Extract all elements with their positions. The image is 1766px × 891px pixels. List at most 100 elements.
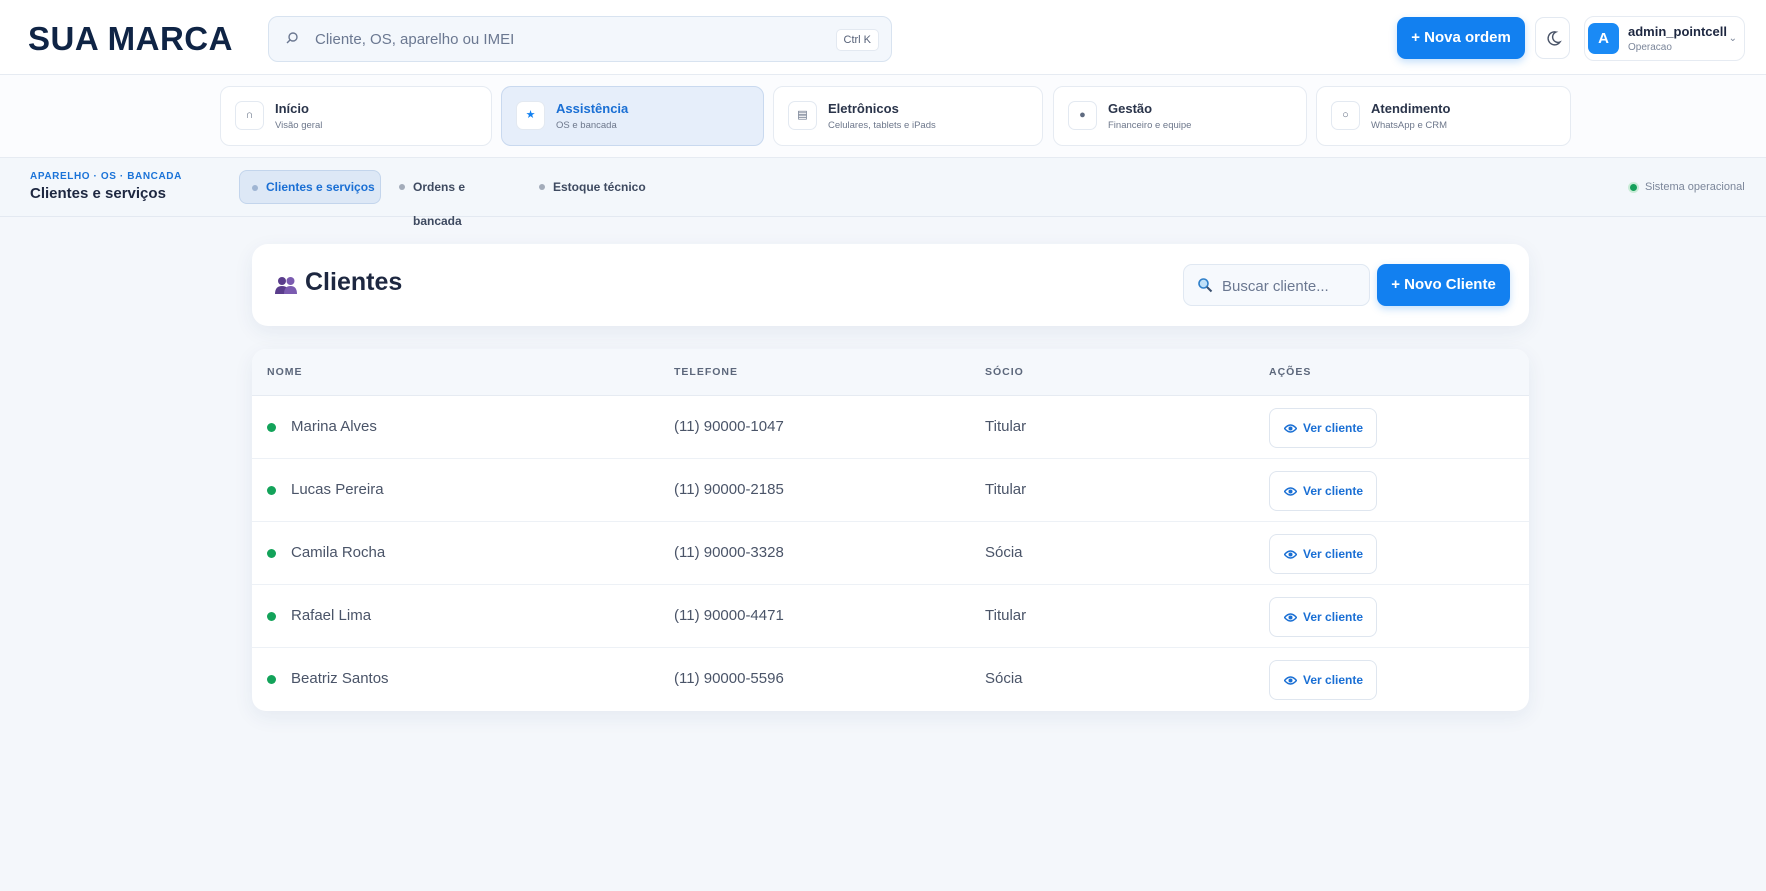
- column-header[interactable]: NOME: [267, 366, 303, 378]
- client-phone: (11) 90000-5596: [674, 670, 784, 687]
- client-search-input[interactable]: Buscar cliente...: [1183, 264, 1370, 306]
- module-title: Atendimento: [1371, 101, 1451, 116]
- column-header[interactable]: SÓCIO: [985, 366, 1024, 378]
- client-phone: (11) 90000-4471: [674, 607, 784, 624]
- users-icon: [275, 277, 297, 294]
- view-client-label: Ver cliente: [1303, 610, 1364, 624]
- module-assistencia[interactable]: ★ Assistência OS e bancada: [501, 86, 764, 146]
- client-name: Marina Alves: [291, 418, 377, 435]
- view-client-button[interactable]: Ver cliente: [1269, 408, 1377, 448]
- tab-estoque-tecnico[interactable]: Estoque técnico: [527, 170, 657, 204]
- tab-label: Clientes e serviços: [266, 180, 375, 194]
- module-subtitle: OS e bancada: [556, 120, 617, 131]
- user-name: admin_pointcell: [1628, 24, 1727, 39]
- tab-dot: [539, 184, 545, 190]
- table-row[interactable]: Camila Rocha (11) 90000-3328 Sócia Ver c…: [252, 522, 1529, 585]
- client-partner: Titular: [985, 481, 1027, 498]
- theme-toggle-button[interactable]: [1535, 17, 1570, 59]
- user-menu[interactable]: A admin_pointcell Operacao ⌄: [1584, 16, 1745, 61]
- active-status-dot: [267, 549, 276, 558]
- table-row[interactable]: Beatriz Santos (11) 90000-5596 Sócia Ver…: [252, 648, 1529, 711]
- top-bar: SUA MARCA Cliente, OS, aparelho ou IMEI …: [0, 0, 1766, 75]
- client-partner: Titular: [985, 418, 1027, 435]
- active-status-dot: [267, 423, 276, 432]
- eye-icon: [1284, 676, 1297, 685]
- clients-table: NOME TELEFONE SÓCIO AÇÕES Marina Alves (…: [252, 349, 1529, 711]
- module-title: Gestão: [1108, 101, 1153, 116]
- module-subtitle: Financeiro e equipe: [1108, 120, 1192, 131]
- module-eletronicos[interactable]: ▤ Eletrônicos Celulares, tablets e iPads: [773, 86, 1043, 146]
- module-subtitle: Celulares, tablets e iPads: [828, 120, 936, 131]
- module-title: Eletrônicos: [828, 101, 899, 116]
- brand-logo[interactable]: SUA MARCA: [28, 20, 233, 58]
- view-client-button[interactable]: Ver cliente: [1269, 471, 1377, 511]
- clients-title: Clientes: [305, 268, 403, 296]
- search-shortcut-badge: Ctrl K: [835, 29, 879, 51]
- module-subtitle: WhatsApp e CRM: [1371, 120, 1448, 131]
- module-title: Início: [275, 101, 309, 116]
- moon-icon: [1547, 31, 1562, 46]
- module-atendimento[interactable]: ○ Atendimento WhatsApp e CRM: [1316, 86, 1571, 146]
- new-client-button[interactable]: + Novo Cliente: [1377, 264, 1510, 306]
- tab-dot: [252, 185, 258, 191]
- client-partner: Titular: [985, 607, 1027, 624]
- tab-ordens-bancada[interactable]: Ordens e bancada: [387, 170, 517, 228]
- device-icon: ▤: [788, 101, 817, 130]
- client-name: Lucas Pereira: [291, 481, 384, 498]
- info-icon: ●: [1068, 101, 1097, 130]
- module-inicio[interactable]: ∩ Início Visão geral: [220, 86, 492, 146]
- status-dot-icon: [1628, 182, 1639, 193]
- view-client-label: Ver cliente: [1303, 673, 1364, 687]
- tab-dot: [399, 184, 405, 190]
- table-header: NOME TELEFONE SÓCIO AÇÕES: [252, 349, 1529, 396]
- chevron-down-icon: ⌄: [1728, 33, 1737, 44]
- tab-label: Ordens e bancada: [413, 180, 466, 228]
- client-partner: Sócia: [985, 670, 1023, 687]
- client-phone: (11) 90000-3328: [674, 544, 784, 561]
- tab-label: Estoque técnico: [553, 180, 646, 194]
- client-name: Rafael Lima: [291, 607, 372, 624]
- search-icon: [286, 32, 298, 44]
- status-label: Sistema operacional: [1645, 181, 1745, 193]
- user-role: Operacao: [1628, 42, 1672, 53]
- table-row[interactable]: Rafael Lima (11) 90000-4471 Titular Ver …: [252, 585, 1529, 648]
- table-row[interactable]: Marina Alves (11) 90000-1047 Titular Ver…: [252, 396, 1529, 459]
- view-client-label: Ver cliente: [1303, 547, 1364, 561]
- client-name: Camila Rocha: [291, 544, 386, 561]
- view-client-button[interactable]: Ver cliente: [1269, 660, 1377, 700]
- star-icon: ★: [516, 101, 545, 130]
- client-phone: (11) 90000-2185: [674, 481, 784, 498]
- view-client-label: Ver cliente: [1303, 421, 1364, 435]
- clients-header-card: Clientes Buscar cliente...: [252, 244, 1529, 326]
- section-subnav: APARELHO · OS · BANCADA Clientes e servi…: [0, 158, 1766, 228]
- active-status-dot: [267, 612, 276, 621]
- eye-icon: [1284, 487, 1297, 496]
- module-title: Assistência: [556, 101, 629, 116]
- client-name: Beatriz Santos: [291, 670, 389, 687]
- column-header[interactable]: TELEFONE: [674, 366, 738, 378]
- global-search-input[interactable]: Cliente, OS, aparelho ou IMEI Ctrl K: [268, 16, 892, 62]
- table-row[interactable]: Lucas Pereira (11) 90000-2185 Titular Ve…: [252, 459, 1529, 522]
- tab-clientes-servicos[interactable]: Clientes e serviços: [239, 170, 381, 204]
- module-nav: ∩ Início Visão geral ★ Assistência OS e …: [0, 75, 1766, 158]
- new-order-button[interactable]: + Nova ordem: [1397, 17, 1525, 59]
- view-client-button[interactable]: Ver cliente: [1269, 534, 1377, 574]
- search-icon: [1198, 278, 1213, 293]
- page-title: Clientes e serviços: [30, 185, 166, 202]
- client-search-placeholder: Buscar cliente...: [1222, 278, 1329, 295]
- search-placeholder: Cliente, OS, aparelho ou IMEI: [315, 31, 515, 48]
- view-client-button[interactable]: Ver cliente: [1269, 597, 1377, 637]
- client-partner: Sócia: [985, 544, 1023, 561]
- client-phone: (11) 90000-1047: [674, 418, 784, 435]
- system-status: Sistema operacional: [1628, 181, 1745, 193]
- active-status-dot: [267, 486, 276, 495]
- chat-icon: ○: [1331, 101, 1360, 130]
- module-gestao[interactable]: ● Gestão Financeiro e equipe: [1053, 86, 1307, 146]
- eye-icon: [1284, 550, 1297, 559]
- eye-icon: [1284, 424, 1297, 433]
- home-icon: ∩: [235, 101, 264, 130]
- eye-icon: [1284, 613, 1297, 622]
- view-client-label: Ver cliente: [1303, 484, 1364, 498]
- breadcrumb: APARELHO · OS · BANCADA: [30, 171, 182, 182]
- column-header: AÇÕES: [1269, 366, 1312, 378]
